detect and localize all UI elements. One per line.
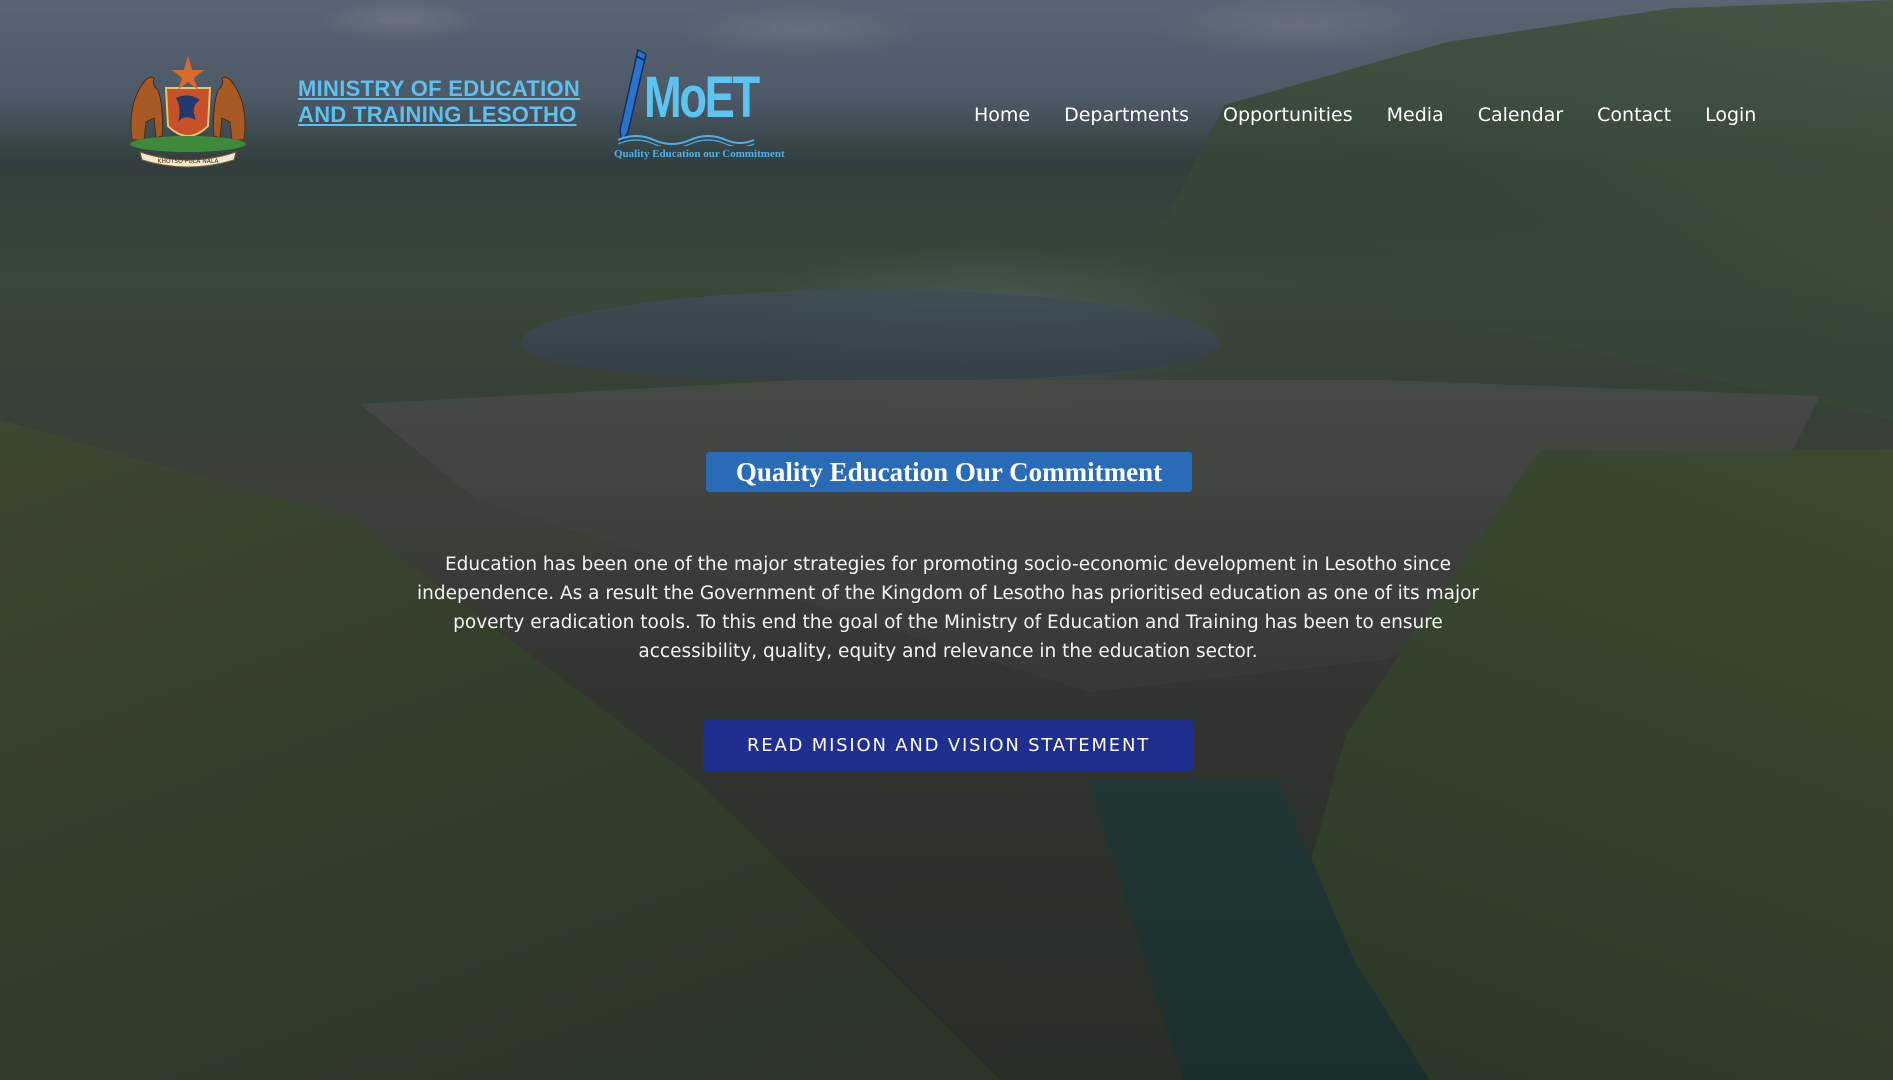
nav-item-calendar[interactable]: Calendar <box>1461 102 1580 128</box>
nav-item-home[interactable]: Home <box>962 102 1047 128</box>
nav-item-media[interactable]: Media <box>1370 102 1461 128</box>
hero-description: Education has been one of the major stra… <box>416 554 1480 662</box>
book-waves-icon <box>617 135 755 146</box>
hero-heading: Quality Education Our Commitment <box>706 452 1192 492</box>
ministry-title-line1: MINISTRY OF EDUCATION <box>298 76 581 101</box>
ministry-title[interactable]: MINISTRY OF EDUCATION AND TRAINING LESOT… <box>298 76 618 128</box>
coat-of-arms-logo[interactable]: KHOTSO PULA NALA <box>118 48 258 168</box>
ministry-title-line2: AND TRAINING LESOTHO <box>298 102 577 127</box>
site-header: KHOTSO PULA NALA MINISTRY OF EDUCATION A… <box>0 0 1893 200</box>
nav-item-departments[interactable]: Departments <box>1047 102 1206 128</box>
nav-item-login[interactable]: Login <box>1688 102 1773 128</box>
svg-text:KHOTSO PULA NALA: KHOTSO PULA NALA <box>158 158 220 165</box>
nav-item-opportunities[interactable]: Opportunities <box>1206 102 1370 128</box>
nav-item-contact[interactable]: Contact <box>1580 102 1688 128</box>
main-navigation: Home Departments Opportunities Media Cal… <box>962 102 1773 128</box>
moet-tagline: Quality Education our Commitment <box>614 148 785 160</box>
coat-of-arms-icon: KHOTSO PULA NALA <box>130 56 246 168</box>
read-mission-vision-button[interactable]: READ MISION AND VISION STATEMENT <box>703 719 1194 772</box>
moet-logo[interactable]: MoET Quality Education our Commitment <box>608 46 785 168</box>
moet-logo-text: MoET <box>644 65 760 130</box>
